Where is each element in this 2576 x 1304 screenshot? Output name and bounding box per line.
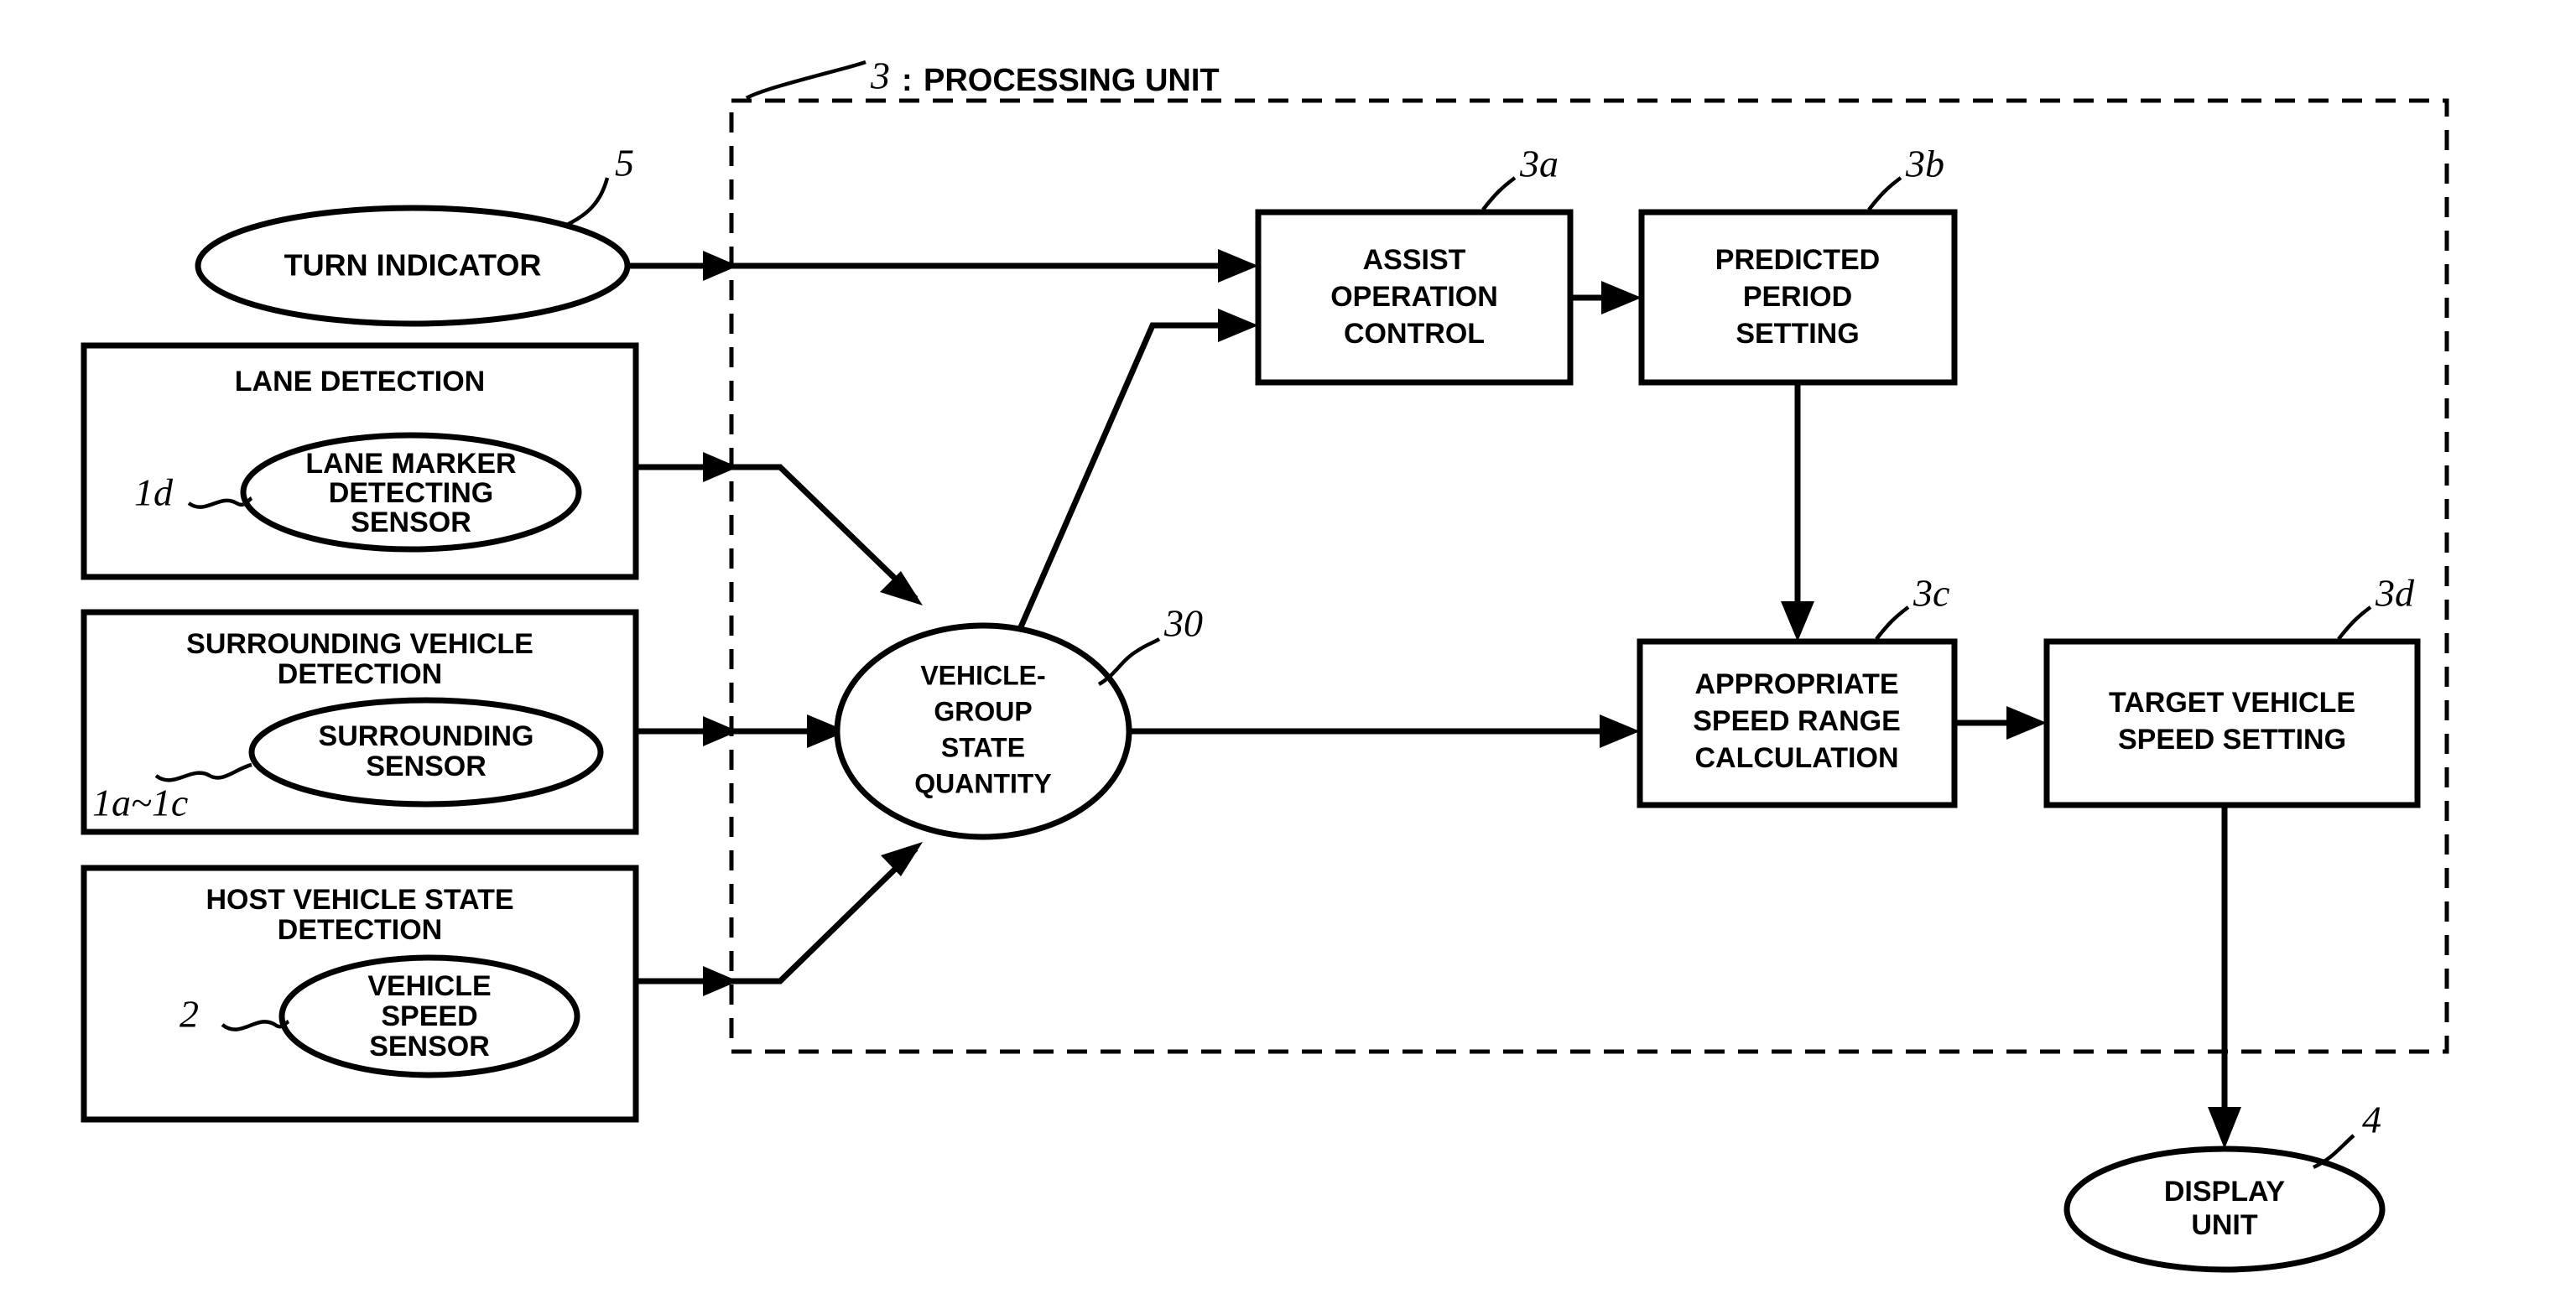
predicted-period-setting-line2: PERIOD <box>1743 281 1852 313</box>
appropriate-speed-range-line2: SPEED RANGE <box>1693 705 1901 737</box>
host-vehicle-title-line2: DETECTION <box>278 914 442 946</box>
surrounding-sensor-line2: SENSOR <box>366 751 487 782</box>
figure-title: 3 : PROCESSING UNIT <box>870 55 1220 98</box>
node-predicted-period-setting[interactable]: PREDICTED PERIOD SETTING 3b <box>1638 143 1958 386</box>
state-quantity-line2: GROUP <box>934 696 1032 726</box>
target-vehicle-speed-line2: SPEED SETTING <box>2118 724 2346 756</box>
display-unit-line1: DISPLAY <box>2164 1176 2286 1208</box>
connector-state-to-speedrange <box>1127 714 1640 748</box>
appropriate-speed-range-line3: CALCULATION <box>1695 742 1899 774</box>
lane-marker-sensor-line3: SENSOR <box>351 507 471 538</box>
vehicle-speed-sensor-line3: SENSOR <box>369 1031 490 1062</box>
node-turn-indicator[interactable]: TURN INDICATOR <box>195 205 631 327</box>
target-vehicle-speed-ref: 3d <box>2375 572 2415 615</box>
target-vehicle-speed-line1: TARGET VEHICLE <box>2109 687 2355 719</box>
lane-detection-ref: 1d <box>134 471 174 514</box>
connector-state-to-assist <box>1017 309 1258 631</box>
assist-operation-control-line1: ASSIST <box>1363 244 1466 276</box>
appropriate-speed-range-ref: 3c <box>1912 572 1949 615</box>
assist-operation-control-line3: CONTROL <box>1344 318 1485 350</box>
block-diagram-svg: TURN INDICATOR 5 LANE DETECTION LANE MAR… <box>81 55 2449 1273</box>
processing-unit-leader <box>745 60 866 100</box>
state-quantity-line1: VEHICLE- <box>920 660 1045 690</box>
surrounding-sensor-line1: SURROUNDING <box>319 720 534 752</box>
node-surrounding-detection[interactable]: SURROUNDING VEHICLE DETECTION SURROUNDIN… <box>81 609 639 835</box>
figure-title-text: PROCESSING UNIT <box>924 63 1220 98</box>
connector-target-to-display <box>2208 805 2241 1149</box>
turn-indicator-leader <box>565 177 610 227</box>
state-quantity-ref: 30 <box>1163 602 1203 645</box>
predicted-period-setting-line1: PREDICTED <box>1715 244 1880 276</box>
display-unit-line2: UNIT <box>2191 1209 2258 1241</box>
figure-title-ref: 3 <box>870 55 890 97</box>
processing-unit-boundary <box>729 98 2449 1054</box>
lane-marker-sensor-line2: DETECTING <box>329 477 493 509</box>
figure-title-sep: : <box>902 63 913 98</box>
display-unit-ref: 4 <box>2362 1099 2381 1141</box>
turn-indicator-label: TURN INDICATOR <box>284 248 542 283</box>
connector-predicted-to-speedrange <box>1781 382 1814 642</box>
connector-turn-to-assist <box>627 249 1258 283</box>
predicted-period-setting-ref-leader <box>1867 176 1902 211</box>
surrounding-detection-title-line2: DETECTION <box>278 658 442 690</box>
host-vehicle-ref: 2 <box>180 993 199 1036</box>
assist-operation-control-ref: 3a <box>1519 143 1559 185</box>
predicted-period-setting-line3: SETTING <box>1736 318 1859 350</box>
vehicle-speed-sensor-line2: SPEED <box>381 1000 477 1032</box>
node-host-vehicle-detection[interactable]: HOST VEHICLE STATE DETECTION VEHICLE SPE… <box>81 865 639 1123</box>
node-assist-operation-control[interactable]: ASSIST OPERATION CONTROL 3a <box>1255 143 1574 386</box>
target-vehicle-speed-ref-leader <box>2337 605 2372 641</box>
lane-marker-sensor-line1: LANE MARKER <box>305 448 516 480</box>
turn-indicator-ref: 5 <box>615 142 634 184</box>
predicted-period-setting-ref: 3b <box>1905 143 1944 185</box>
assist-operation-control-ref-leader <box>1481 176 1517 211</box>
appropriate-speed-range-ref-leader <box>1875 605 1910 641</box>
lane-detection-title: LANE DETECTION <box>235 366 485 397</box>
host-vehicle-title-line1: HOST VEHICLE STATE <box>206 884 513 916</box>
connector-host-to-state <box>636 842 923 996</box>
node-target-vehicle-speed[interactable]: TARGET VEHICLE SPEED SETTING 3d <box>2043 572 2421 808</box>
connector-speedrange-to-target <box>1954 706 2047 740</box>
surrounding-detection-ref: 1a~1c <box>92 782 188 824</box>
state-quantity-line4: QUANTITY <box>914 768 1052 798</box>
surrounding-detection-title-line1: SURROUNDING VEHICLE <box>186 628 533 660</box>
appropriate-speed-range-line1: APPROPRIATE <box>1694 668 1898 700</box>
state-quantity-ref-leader <box>1097 637 1161 686</box>
connector-assist-to-predicted <box>1570 281 1642 314</box>
connector-lane-to-state <box>636 452 923 605</box>
state-quantity-line3: STATE <box>941 732 1025 762</box>
connector-surrounding-to-state <box>636 714 847 748</box>
assist-operation-control-line2: OPERATION <box>1330 281 1498 313</box>
node-lane-detection[interactable]: LANE DETECTION LANE MARKER DETECTING SEN… <box>81 342 639 580</box>
figure-canvas: TURN INDICATOR 5 LANE DETECTION LANE MAR… <box>0 0 2576 1304</box>
node-state-quantity[interactable]: VEHICLE- GROUP STATE QUANTITY 30 <box>834 602 1203 840</box>
state-quantity-ellipse <box>834 622 1132 840</box>
vehicle-speed-sensor-line1: VEHICLE <box>367 970 491 1002</box>
